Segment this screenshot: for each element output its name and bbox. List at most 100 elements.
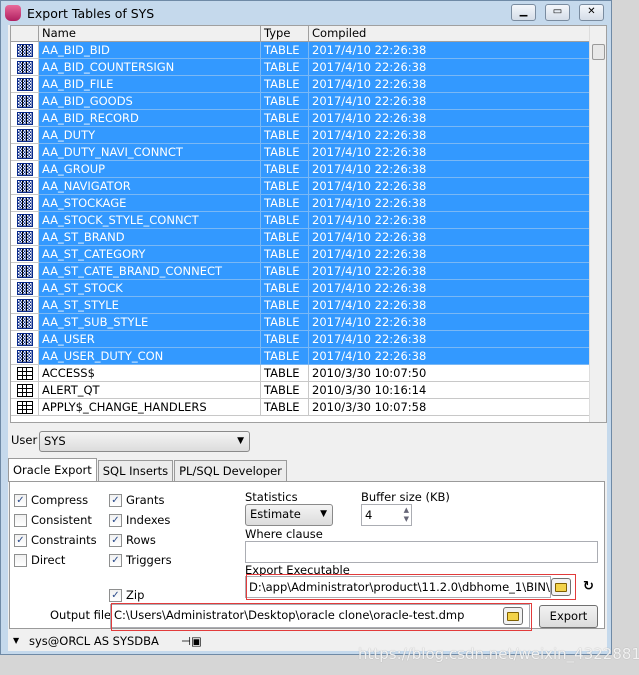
table-row[interactable]: APPLY$_CHANGE_HANDLERS TABLE 2010/3/30 1… — [11, 399, 591, 416]
row-compiled: 2017/4/10 22:26:38 — [309, 348, 591, 365]
row-icon-cell — [11, 195, 39, 212]
checkbox-box[interactable]: ✓ — [109, 493, 122, 507]
table-row[interactable]: AA_DUTY_NAVI_CONNCT TABLE 2017/4/10 22:2… — [11, 144, 591, 161]
indexes-checkbox[interactable]: ✓ Indexes — [109, 513, 170, 527]
highlight-box — [246, 574, 576, 600]
row-name: AA_ST_STYLE — [39, 297, 261, 314]
grants-label: Grants — [126, 493, 165, 507]
table-row[interactable]: AA_ST_STYLE TABLE 2017/4/10 22:26:38 — [11, 297, 591, 314]
row-icon-cell — [11, 161, 39, 178]
row-type: TABLE — [261, 297, 309, 314]
connection-status[interactable]: sys@ORCL AS SYSDBA — [29, 631, 159, 651]
grants-checkbox[interactable]: ✓ Grants — [109, 493, 164, 507]
checkbox-box[interactable]: ✓ — [109, 553, 122, 567]
chevron-down-icon: ▼ — [320, 509, 327, 519]
table-icon — [16, 213, 33, 227]
table-row[interactable]: AA_STOCKAGE TABLE 2017/4/10 22:26:38 — [11, 195, 591, 212]
row-name: AA_STOCKAGE — [39, 195, 261, 212]
row-icon-cell — [11, 93, 39, 110]
column-header-name[interactable]: Name — [39, 26, 261, 41]
tab-sql-inserts[interactable]: SQL Inserts — [97, 460, 174, 481]
minimize-button[interactable]: ▁ — [511, 4, 536, 21]
row-name: AA_GROUP — [39, 161, 261, 178]
table-row[interactable]: AA_USER TABLE 2017/4/10 22:26:38 — [11, 331, 591, 348]
tables-grid[interactable]: Name Type Compiled AA_BID_BID TABLE 2017… — [10, 25, 607, 423]
consistent-checkbox[interactable]: Consistent — [14, 513, 92, 527]
window-title: Export Tables of SYS — [27, 5, 155, 21]
table-row[interactable]: AA_NAVIGATOR TABLE 2017/4/10 22:26:38 — [11, 178, 591, 195]
checkbox-box[interactable]: ✓ — [109, 513, 122, 527]
checkbox-box[interactable]: ✓ — [14, 533, 27, 547]
spin-arrows-icon[interactable]: ▲ ▼ — [404, 506, 409, 524]
refresh-icon[interactable]: ↻ — [583, 579, 594, 594]
row-name: AA_ST_STOCK — [39, 280, 261, 297]
statistics-select[interactable]: Estimate ▼ — [245, 504, 333, 526]
maximize-button[interactable]: ▭ — [545, 4, 570, 21]
table-row[interactable]: ALERT_QT TABLE 2010/3/30 10:16:14 — [11, 382, 591, 399]
triggers-checkbox[interactable]: ✓ Triggers — [109, 553, 172, 567]
checkbox-box[interactable]: ✓ — [109, 533, 122, 547]
row-icon-cell — [11, 280, 39, 297]
table-row[interactable]: AA_BID_BID TABLE 2017/4/10 22:26:38 — [11, 42, 591, 59]
table-row[interactable]: AA_BID_RECORD TABLE 2017/4/10 22:26:38 — [11, 110, 591, 127]
buffer-size-stepper[interactable]: 4 ▲ ▼ — [361, 504, 412, 526]
checkbox-box[interactable]: ✓ — [14, 493, 27, 507]
title-bar: Export Tables of SYS — [5, 3, 154, 23]
constraints-checkbox[interactable]: ✓ Constraints — [14, 533, 97, 547]
export-window: Export Tables of SYS ▁ ▭ ✕ Name Type Com… — [0, 0, 612, 655]
table-row[interactable]: AA_DUTY TABLE 2017/4/10 22:26:38 — [11, 127, 591, 144]
table-icon — [16, 196, 33, 210]
table-row[interactable]: AA_GROUP TABLE 2017/4/10 22:26:38 — [11, 161, 591, 178]
table-icon — [16, 264, 33, 278]
where-clause-label: Where clause — [245, 527, 323, 541]
table-row[interactable]: AA_STOCK_STYLE_CONNCT TABLE 2017/4/10 22… — [11, 212, 591, 229]
table-row[interactable]: AA_ST_STOCK TABLE 2017/4/10 22:26:38 — [11, 280, 591, 297]
user-label: User — [11, 433, 38, 447]
row-name: AA_USER_DUTY_CON — [39, 348, 261, 365]
tab-plsql-developer[interactable]: PL/SQL Developer — [174, 460, 287, 481]
row-type: TABLE — [261, 42, 309, 59]
row-icon-cell — [11, 348, 39, 365]
row-icon-cell — [11, 110, 39, 127]
zip-checkbox[interactable]: ✓ Zip — [109, 588, 144, 602]
table-row[interactable]: AA_ST_SUB_STYLE TABLE 2017/4/10 22:26:38 — [11, 314, 591, 331]
statistics-value: Estimate — [250, 507, 301, 521]
column-header-type[interactable]: Type — [261, 26, 309, 41]
table-row[interactable]: AA_USER_DUTY_CON TABLE 2017/4/10 22:26:3… — [11, 348, 591, 365]
direct-checkbox[interactable]: Direct — [14, 553, 65, 567]
header-icon-column — [11, 26, 39, 41]
row-compiled: 2017/4/10 22:26:38 — [309, 195, 591, 212]
export-button[interactable]: Export — [539, 605, 598, 628]
close-button[interactable]: ✕ — [579, 4, 604, 21]
where-clause-input[interactable] — [245, 541, 598, 563]
column-header-compiled[interactable]: Compiled — [309, 26, 591, 41]
checkbox-box[interactable] — [14, 553, 27, 567]
row-icon-cell — [11, 382, 39, 399]
row-type: TABLE — [261, 76, 309, 93]
table-icon — [16, 400, 33, 414]
table-row[interactable]: AA_BID_COUNTERSIGN TABLE 2017/4/10 22:26… — [11, 59, 591, 76]
row-name: AA_NAVIGATOR — [39, 178, 261, 195]
pin-icon[interactable]: ⊣▣ — [181, 631, 202, 651]
checkbox-box[interactable] — [14, 513, 27, 527]
chevron-down-icon[interactable]: ▼ — [13, 631, 19, 651]
table-row[interactable]: AA_BID_GOODS TABLE 2017/4/10 22:26:38 — [11, 93, 591, 110]
table-row[interactable]: AA_ST_CATE_BRAND_CONNECT TABLE 2017/4/10… — [11, 263, 591, 280]
row-type: TABLE — [261, 348, 309, 365]
table-row[interactable]: ACCESS$ TABLE 2010/3/30 10:07:50 — [11, 365, 591, 382]
row-icon-cell — [11, 246, 39, 263]
table-row[interactable]: AA_ST_BRAND TABLE 2017/4/10 22:26:38 — [11, 229, 591, 246]
table-row[interactable]: AA_ST_CATEGORY TABLE 2017/4/10 22:26:38 — [11, 246, 591, 263]
checkbox-box[interactable]: ✓ — [109, 588, 122, 602]
row-icon-cell — [11, 76, 39, 93]
user-select[interactable]: SYS ▼ — [39, 431, 250, 452]
vertical-scrollbar[interactable] — [589, 26, 606, 422]
tab-oracle-export[interactable]: Oracle Export — [8, 458, 97, 482]
table-row[interactable]: AA_BID_FILE TABLE 2017/4/10 22:26:38 — [11, 76, 591, 93]
table-icon — [16, 315, 33, 329]
compress-checkbox[interactable]: ✓ Compress — [14, 493, 88, 507]
rows-checkbox[interactable]: ✓ Rows — [109, 533, 156, 547]
table-icon — [16, 162, 33, 176]
row-name: AA_BID_COUNTERSIGN — [39, 59, 261, 76]
scrollbar-thumb[interactable] — [592, 44, 605, 60]
